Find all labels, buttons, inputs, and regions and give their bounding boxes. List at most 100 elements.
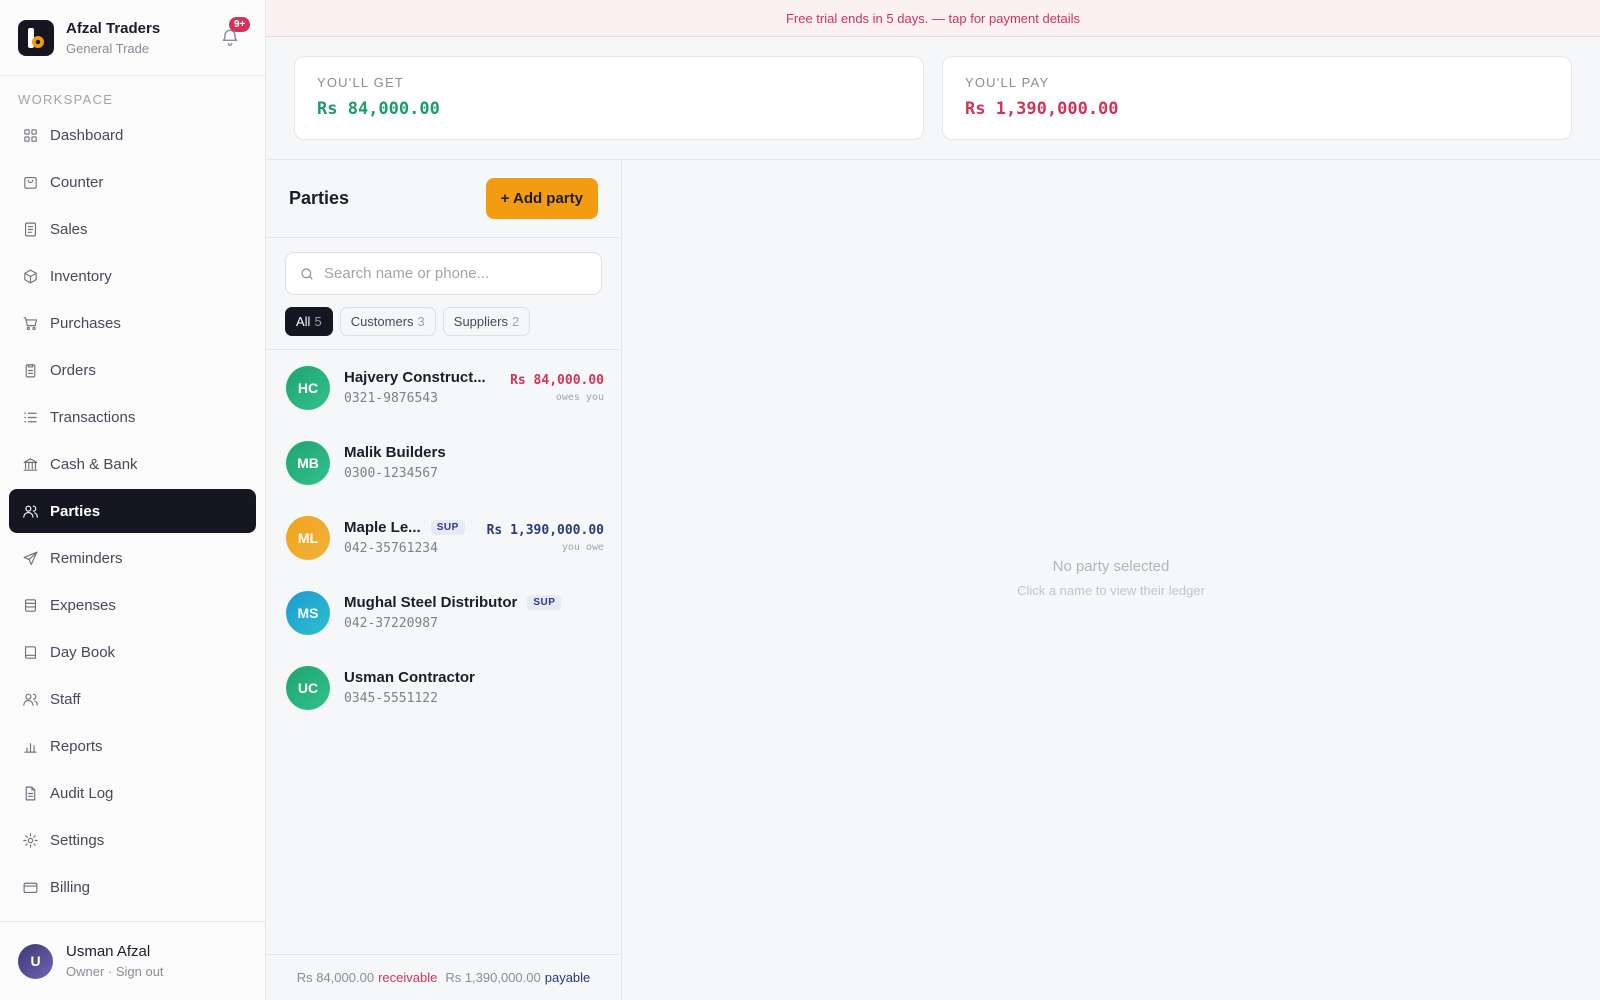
- sidebar-item-inventory[interactable]: Inventory: [9, 254, 256, 298]
- youll-pay-card: YOU'LL PAY Rs 1,390,000.00: [942, 56, 1572, 140]
- sidebar-item-label: Purchases: [50, 314, 121, 332]
- sidebar-item-label: Transactions: [50, 408, 136, 426]
- party-name: Usman Contractor: [344, 669, 475, 686]
- party-list: HC Hajvery Construct... 0321-9876543 Rs …: [266, 350, 621, 725]
- sidebar-item-transactions[interactable]: Transactions: [9, 395, 256, 439]
- filter-suppliers[interactable]: Suppliers 2: [442, 307, 531, 336]
- sidebar-nav: Dashboard Counter Sales Inventory Purcha…: [0, 113, 265, 909]
- party-row[interactable]: MS Mughal Steel Distributor SUP 042-3722…: [266, 575, 621, 650]
- party-avatar: MS: [286, 590, 330, 635]
- workspace-label: WORKSPACE: [18, 92, 114, 107]
- card-icon: [23, 882, 38, 893]
- youll-pay-label: YOU'LL PAY: [965, 75, 1050, 90]
- sidebar-item-label: Reports: [50, 737, 103, 755]
- sidebar-item-counter[interactable]: Counter: [9, 160, 256, 204]
- party-balance-note: you owe: [561, 541, 604, 553]
- bank-icon: [23, 457, 38, 471]
- sidebar-item-label: Sales: [50, 220, 88, 238]
- avatar[interactable]: U: [18, 943, 53, 979]
- party-balance: Rs 1,390,000.00: [486, 522, 604, 538]
- party-avatar: UC: [286, 665, 330, 710]
- add-party-button[interactable]: + Add party: [485, 178, 598, 219]
- filter-label: Suppliers: [453, 314, 508, 329]
- trial-banner[interactable]: Free trial ends in 5 days. — tap for pay…: [266, 0, 1600, 37]
- ledger-panel: No party selected Click a name to view t…: [622, 160, 1600, 1000]
- party-row[interactable]: UC Usman Contractor 0345-5551122: [266, 650, 621, 725]
- business-name: Afzal Traders: [66, 19, 161, 37]
- party-row[interactable]: HC Hajvery Construct... 0321-9876543 Rs …: [266, 350, 621, 425]
- filter-customers[interactable]: Customers 3: [339, 307, 436, 336]
- users-icon: [23, 505, 38, 518]
- party-name: Hajvery Construct...: [344, 369, 486, 386]
- send-icon: [23, 551, 38, 565]
- summary-cards: YOU'LL GET Rs 84,000.00 YOU'LL PAY Rs 1,…: [266, 37, 1600, 160]
- parties-panel: Parties + Add party All5 Customers3 Supp…: [266, 160, 622, 1000]
- sidebar-item-cash-bank[interactable]: Cash & Bank: [9, 442, 256, 486]
- party-name: Mughal Steel Distributor: [344, 594, 518, 611]
- stack-icon: [24, 598, 37, 612]
- sidebar-item-label: Expenses: [50, 596, 116, 614]
- business-type: General Trade: [66, 40, 150, 56]
- sidebar-item-audit-log[interactable]: Audit Log: [9, 771, 256, 815]
- user-name: Usman Afzal: [66, 943, 151, 960]
- sidebar-item-dashboard[interactable]: Dashboard: [9, 113, 256, 157]
- filter-all[interactable]: All 5: [285, 307, 333, 336]
- empty-state-subtitle: Click a name to view their ledger: [1017, 583, 1205, 598]
- gear-icon: [23, 832, 38, 848]
- party-row[interactable]: MB Malik Builders 0300-1234567: [266, 425, 621, 500]
- party-avatar: ML: [286, 515, 330, 560]
- sidebar-item-orders[interactable]: Orders: [9, 348, 256, 392]
- party-balance-note: owes you: [555, 391, 604, 403]
- sidebar-item-billing[interactable]: Billing: [9, 865, 256, 909]
- sidebar-item-staff[interactable]: Staff: [9, 677, 256, 721]
- book-icon: [24, 645, 37, 659]
- document-icon: [25, 786, 36, 800]
- search-input[interactable]: [324, 265, 584, 282]
- sidebar-item-label: Parties: [50, 502, 101, 520]
- payable-amount: Rs 1,390,000.00: [445, 970, 541, 985]
- app-logo[interactable]: [18, 19, 54, 56]
- user-role-sign-out[interactable]: Owner · Sign out: [66, 964, 164, 979]
- sidebar-item-reports[interactable]: Reports: [9, 724, 256, 768]
- sidebar-item-parties[interactable]: Parties: [9, 489, 256, 533]
- payable-label: payable: [544, 970, 591, 985]
- parties-footer-totals: Rs 84,000.00 receivable Rs 1,390,000.00 …: [266, 954, 621, 1000]
- filter-count: 3: [417, 314, 425, 329]
- notification-badge[interactable]: 9+: [229, 17, 251, 32]
- youll-get-card: YOU'LL GET Rs 84,000.00: [294, 56, 924, 140]
- sidebar-item-label: Inventory: [50, 267, 112, 285]
- sidebar-item-label: Day Book: [50, 643, 116, 661]
- sidebar-item-purchases[interactable]: Purchases: [9, 301, 256, 345]
- party-avatar: MB: [286, 440, 330, 485]
- party-name: Maple Le...: [344, 519, 421, 536]
- sidebar-item-label: Orders: [50, 361, 96, 379]
- party-name: Malik Builders: [344, 444, 446, 461]
- sidebar-item-day-book[interactable]: Day Book: [9, 630, 256, 674]
- party-phone: 0300-1234567: [344, 466, 438, 481]
- brand-header: Afzal Traders General Trade 9+: [0, 0, 265, 76]
- party-phone: 042-35761234: [344, 541, 438, 556]
- sidebar-item-sales[interactable]: Sales: [9, 207, 256, 251]
- filter-count: 2: [511, 314, 520, 329]
- party-row[interactable]: ML Maple Le... SUP 042-35761234 Rs 1,390…: [266, 500, 621, 575]
- party-balance: Rs 84,000.00: [510, 372, 604, 388]
- empty-state: No party selected Click a name to view t…: [622, 558, 1600, 598]
- receipt-icon: [24, 222, 37, 236]
- sidebar-item-label: Staff: [50, 690, 81, 708]
- box-icon: [24, 269, 37, 283]
- clipboard-icon: [25, 363, 36, 377]
- list-icon: [24, 412, 37, 422]
- search-box: [285, 252, 602, 295]
- youll-get-value: Rs 84,000.00: [317, 99, 440, 119]
- bar-chart-icon: [24, 742, 37, 753]
- sidebar-item-expenses[interactable]: Expenses: [9, 583, 256, 627]
- staff-icon: [23, 693, 38, 706]
- sidebar-item-settings[interactable]: Settings: [9, 818, 256, 862]
- sidebar-item-label: Cash & Bank: [50, 455, 138, 473]
- receivable-amount: Rs 84,000.00: [296, 970, 375, 985]
- filter-chips: All 5 Customers 3 Suppliers 2: [266, 295, 621, 350]
- parties-header: Parties + Add party: [266, 160, 621, 238]
- sidebar-item-reminders[interactable]: Reminders: [9, 536, 256, 580]
- sidebar-item-label: Settings: [50, 831, 105, 849]
- sidebar-item-label: Audit Log: [50, 784, 114, 802]
